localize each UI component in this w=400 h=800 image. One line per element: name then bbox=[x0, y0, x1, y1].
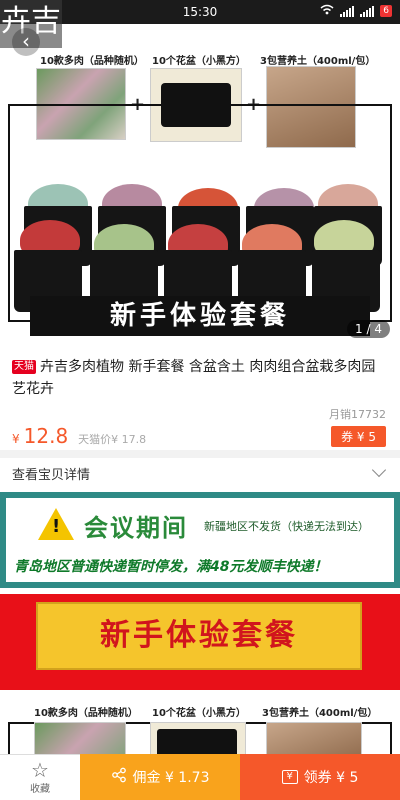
back-button[interactable]: ‹ bbox=[12, 28, 40, 56]
divider bbox=[0, 450, 400, 458]
hero-label-soil: 3包营养土（400ml/包） bbox=[260, 56, 376, 67]
tmall-badge: 天猫 bbox=[12, 360, 36, 374]
share-icon bbox=[111, 767, 127, 787]
commission-label: 佣金 ¥ 1.73 bbox=[132, 770, 210, 786]
carousel-pager: 1 / 4 bbox=[347, 320, 390, 338]
view-details-label: 查看宝贝详情 bbox=[12, 467, 91, 483]
favorite-label: 收藏 bbox=[30, 784, 50, 795]
battery-icon: 6 bbox=[380, 5, 392, 17]
price-row: ¥12.8 天猫价¥ 17.8 bbox=[12, 424, 146, 448]
commission-button[interactable]: 佣金 ¥ 1.73 bbox=[80, 754, 240, 800]
hero-label-pots: 10个花盆（小黑方） bbox=[152, 56, 246, 67]
detail-label-pots: 10个花盆（小黑方） bbox=[152, 708, 246, 719]
notice-subtitle: 新疆地区不发货（快递无法到达） bbox=[204, 520, 369, 533]
exclamation-icon: ! bbox=[52, 516, 61, 537]
hero-banner-text: 新手体验套餐 bbox=[30, 296, 370, 336]
price-currency: ¥ bbox=[12, 432, 20, 446]
monthly-sales: 月销17732 bbox=[329, 408, 386, 421]
product-image-carousel[interactable]: 10款多肉（品种随机） 10个花盆（小黑方） 3包营养土（400ml/包） + … bbox=[0, 24, 400, 346]
chevron-left-icon: ‹ bbox=[22, 29, 30, 53]
signal-icon bbox=[340, 5, 355, 17]
price: ¥12.8 bbox=[12, 424, 68, 448]
coupon-icon: ¥ bbox=[281, 770, 298, 784]
view-details-row[interactable]: 查看宝贝详情 bbox=[0, 458, 400, 488]
coupon-badge[interactable]: 券 ¥ 5 bbox=[331, 426, 386, 447]
product-title-block: 天猫 卉吉多肉植物 新手套餐 含盆含土 肉肉组合盆栽多肉园艺花卉 bbox=[12, 356, 388, 400]
detail-label-succulents: 10款多肉（品种随机） bbox=[34, 708, 138, 719]
notice-title: 会议期间 bbox=[84, 514, 188, 542]
get-coupon-label: 领券 ¥ 5 bbox=[303, 770, 359, 786]
status-icons: 6 bbox=[320, 4, 392, 18]
shipping-notice-inner: ! 会议期间 新疆地区不发货（快递无法到达） 青岛地区普通快递暂时停发，满48元… bbox=[6, 498, 394, 582]
wifi-icon bbox=[320, 4, 334, 18]
product-page: 15:30 6 卉吉 ‹ 10款多肉（品种随机） 10个花盆（小黑方） 3包营养… bbox=[0, 0, 400, 800]
signal-icon-2 bbox=[360, 5, 375, 17]
favorite-button[interactable]: ☆ 收藏 bbox=[0, 754, 80, 800]
get-coupon-button[interactable]: ¥ 领券 ¥ 5 bbox=[240, 754, 400, 800]
price-value: 12.8 bbox=[23, 424, 69, 448]
hero-label-succulents: 10款多肉（品种随机） bbox=[40, 56, 144, 67]
original-price: 天猫价¥ 17.8 bbox=[78, 433, 147, 446]
detail-label-soil: 3包营养土（400ml/包） bbox=[262, 708, 378, 719]
chevron-down-icon bbox=[371, 462, 387, 478]
product-title: 卉吉多肉植物 新手套餐 含盆含土 肉肉组合盆栽多肉园艺花卉 bbox=[12, 359, 376, 397]
bottom-action-bar: ☆ 收藏 佣金 ¥ 1.73 ¥ 领券 ¥ 5 bbox=[0, 754, 400, 800]
shipping-notice: ! 会议期间 新疆地区不发货（快递无法到达） 青岛地区普通快递暂时停发，满48元… bbox=[0, 492, 400, 588]
status-time: 15:30 bbox=[182, 5, 218, 19]
notice-line: 青岛地区普通快递暂时停发，满48元发顺丰快递！ bbox=[14, 559, 328, 575]
star-icon: ☆ bbox=[31, 758, 49, 782]
detail-banner-title: 新手体验套餐 bbox=[36, 602, 362, 670]
